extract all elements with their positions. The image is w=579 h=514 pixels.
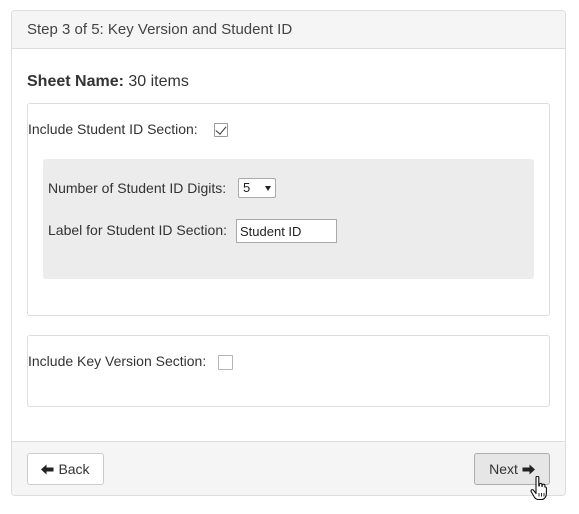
student-id-section-label-label: Label for Student ID Section:	[48, 222, 227, 238]
dropdown-arrow-icon	[265, 186, 271, 191]
student-id-digits-select[interactable]: 5	[238, 178, 276, 198]
include-student-id-label: Include Student ID Section:	[28, 121, 198, 137]
checkmark-icon	[215, 123, 227, 135]
key-version-section-box: Include Key Version Section:	[27, 335, 550, 407]
wizard-step-header: Step 3 of 5: Key Version and Student ID	[12, 11, 565, 49]
step-title: Step 3 of 5: Key Version and Student ID	[27, 21, 293, 38]
student-id-digits-value: 5	[243, 180, 251, 195]
wizard-footer: Back Next	[12, 441, 565, 495]
back-button[interactable]: Back	[27, 453, 104, 485]
include-student-id-checkbox[interactable]	[214, 123, 228, 137]
sheet-name-label: Sheet Name:	[27, 73, 124, 90]
include-key-version-checkbox[interactable]	[218, 355, 233, 370]
include-key-version-label: Include Key Version Section:	[28, 353, 207, 369]
sheet-name-value: 30 items	[128, 73, 189, 90]
arrow-right-icon	[522, 464, 535, 474]
student-id-section-label-input[interactable]	[236, 219, 337, 243]
sheet-name-line: Sheet Name: 30 items	[27, 73, 189, 91]
back-button-label: Back	[58, 461, 90, 477]
student-id-section-box: Include Student ID Section: Number of St…	[27, 103, 550, 316]
student-id-digits-label: Number of Student ID Digits:	[48, 180, 227, 196]
next-button-label: Next	[489, 461, 518, 477]
student-id-options-panel: Number of Student ID Digits: 5 Label for…	[43, 159, 534, 279]
wizard-panel: Step 3 of 5: Key Version and Student ID …	[11, 10, 566, 496]
hand-pointer-icon	[530, 476, 547, 501]
arrow-left-icon	[41, 464, 54, 474]
